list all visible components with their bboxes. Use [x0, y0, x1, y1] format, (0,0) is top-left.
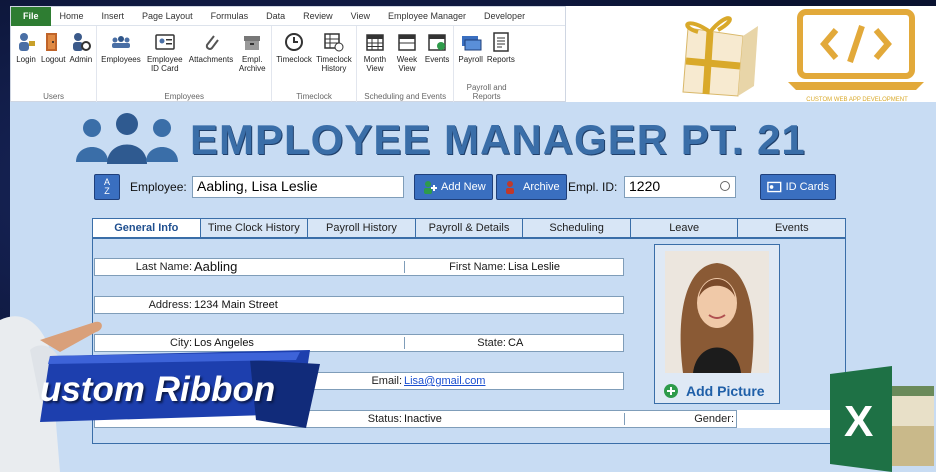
employee-id-card-button[interactable]: Employee ID Card	[143, 28, 187, 90]
group-label-users: Users	[43, 92, 65, 101]
excel-logo-icon: X	[830, 366, 934, 472]
paperclip-icon	[205, 35, 219, 50]
spinner-icon	[720, 181, 730, 191]
group-label-employees: Employees	[164, 92, 204, 101]
address-field[interactable]: 1234 Main Street	[194, 299, 278, 311]
tab-events[interactable]: Events	[738, 219, 845, 237]
timeclock-button[interactable]: Timeclock	[274, 28, 314, 90]
people-icon	[76, 113, 178, 164]
empl-archive-button[interactable]: Empl. Archive	[235, 28, 269, 90]
attachments-button[interactable]: Attachments	[187, 28, 235, 90]
employees-icon	[111, 36, 130, 48]
plus-circle-icon	[664, 384, 678, 398]
tab-scheduling[interactable]: Scheduling	[523, 219, 631, 237]
email-field[interactable]: Lisa@gmail.com	[404, 375, 485, 387]
tab-time-clock-history[interactable]: Time Clock History	[201, 219, 309, 237]
group-label-scheduling: Scheduling and Events	[364, 92, 447, 101]
events-icon	[428, 34, 446, 51]
gift-box-graphic	[648, 6, 778, 102]
gender-label: Gender:	[624, 413, 734, 425]
ribbon-groups: Login Logout Admin Users Employees Emplo…	[11, 26, 565, 102]
last-name-label: Last Name:	[135, 261, 192, 273]
group-users: Login Logout Admin Users	[11, 26, 98, 102]
group-label-timeclock: Timeclock	[296, 92, 332, 101]
archive-icon	[244, 36, 261, 50]
tab-home[interactable]: Home	[51, 11, 93, 21]
admin-icon	[72, 33, 91, 51]
clock-icon	[285, 33, 304, 51]
add-new-button[interactable]: Add New	[414, 174, 493, 200]
excel-letter: X	[844, 397, 873, 446]
tab-general-info[interactable]: General Info	[93, 219, 201, 237]
empl-id-label: Empl. ID:	[568, 180, 618, 194]
logout-button[interactable]: Logout	[39, 28, 67, 90]
logout-icon	[46, 33, 58, 51]
add-user-icon	[424, 181, 437, 194]
group-payroll: Payroll Reports Payroll and Reports	[454, 26, 518, 102]
tab-page-layout[interactable]: Page Layout	[133, 11, 202, 21]
login-icon	[19, 33, 35, 51]
archive-button[interactable]: Archive	[496, 174, 567, 200]
ribbon-tabs: File Home Insert Page Layout Formulas Da…	[11, 6, 565, 26]
first-name-field[interactable]: Lisa Leslie	[508, 261, 560, 273]
id-cards-button[interactable]: ID Cards	[760, 174, 836, 200]
month-view-button[interactable]: Month View	[359, 28, 391, 90]
last-name-field[interactable]: Aabling	[194, 259, 237, 274]
tab-review[interactable]: Review	[294, 11, 342, 21]
calendar-month-icon	[366, 34, 384, 51]
timesheet-icon	[324, 33, 344, 52]
tab-developer[interactable]: Developer	[475, 11, 534, 21]
id-card-icon	[154, 34, 175, 50]
page-title: EMPLOYEE MANAGER PT. 21	[190, 116, 806, 163]
excel-ribbon: File Home Insert Page Layout Formulas Da…	[10, 6, 566, 102]
group-label-payroll: Payroll and Reports	[466, 83, 507, 101]
state-field[interactable]: CA	[508, 337, 523, 349]
group-timeclock: Timeclock Timeclock History Timeclock	[272, 26, 357, 102]
employee-label: Employee:	[130, 180, 187, 194]
add-picture-button[interactable]: Add Picture	[654, 378, 780, 404]
form-tabs: General Info Time Clock History Payroll …	[92, 218, 846, 238]
tab-data[interactable]: Data	[257, 11, 294, 21]
banner-text: ustom Ribbon	[40, 370, 276, 409]
tab-employee-manager[interactable]: Employee Manager	[379, 11, 475, 21]
login-button[interactable]: Login	[13, 28, 39, 90]
group-scheduling: Month View Week View Events Scheduling a…	[357, 26, 455, 102]
id-card-icon	[767, 181, 782, 193]
week-view-button[interactable]: Week View	[391, 28, 423, 90]
tab-formulas[interactable]: Formulas	[202, 11, 258, 21]
tab-insert[interactable]: Insert	[93, 11, 134, 21]
tab-payroll-details[interactable]: Payroll & Details	[416, 219, 524, 237]
archive-user-icon	[506, 181, 514, 194]
employee-photo[interactable]	[665, 251, 769, 373]
ribbon-filler	[566, 6, 648, 102]
employees-button[interactable]: Employees	[99, 28, 143, 90]
payroll-button[interactable]: Payroll	[456, 28, 484, 90]
timeclock-history-button[interactable]: Timeclock History	[314, 28, 354, 90]
status-field[interactable]: Inactive	[404, 413, 442, 425]
payroll-icon	[461, 36, 482, 51]
brand-logo: CUSTOM WEB APP DEVELOPMENT	[778, 6, 936, 103]
tab-view[interactable]: View	[342, 11, 379, 21]
calendar-week-icon	[398, 34, 416, 51]
tab-payroll-history[interactable]: Payroll History	[308, 219, 416, 237]
tab-leave[interactable]: Leave	[631, 219, 739, 237]
group-employees: Employees Employee ID Card Attachments E…	[97, 26, 273, 102]
employee-combobox[interactable]: Aabling, Lisa Leslie	[192, 176, 404, 198]
report-icon	[493, 32, 509, 52]
events-button[interactable]: Events	[423, 28, 451, 90]
reports-button[interactable]: Reports	[485, 28, 517, 90]
gift-icon	[682, 16, 758, 97]
tab-file[interactable]: File	[11, 6, 51, 26]
first-name-label: First Name:	[404, 261, 506, 273]
video-thumbnail: File Home Insert Page Layout Formulas Da…	[0, 0, 936, 472]
laptop-code-icon	[788, 9, 924, 90]
state-label: State:	[404, 337, 506, 349]
admin-button[interactable]: Admin	[67, 28, 94, 90]
city-field[interactable]: Los Angeles	[194, 337, 254, 349]
sort-button[interactable]: AZ	[94, 174, 120, 200]
sort-az-icon: AZ	[103, 177, 110, 196]
